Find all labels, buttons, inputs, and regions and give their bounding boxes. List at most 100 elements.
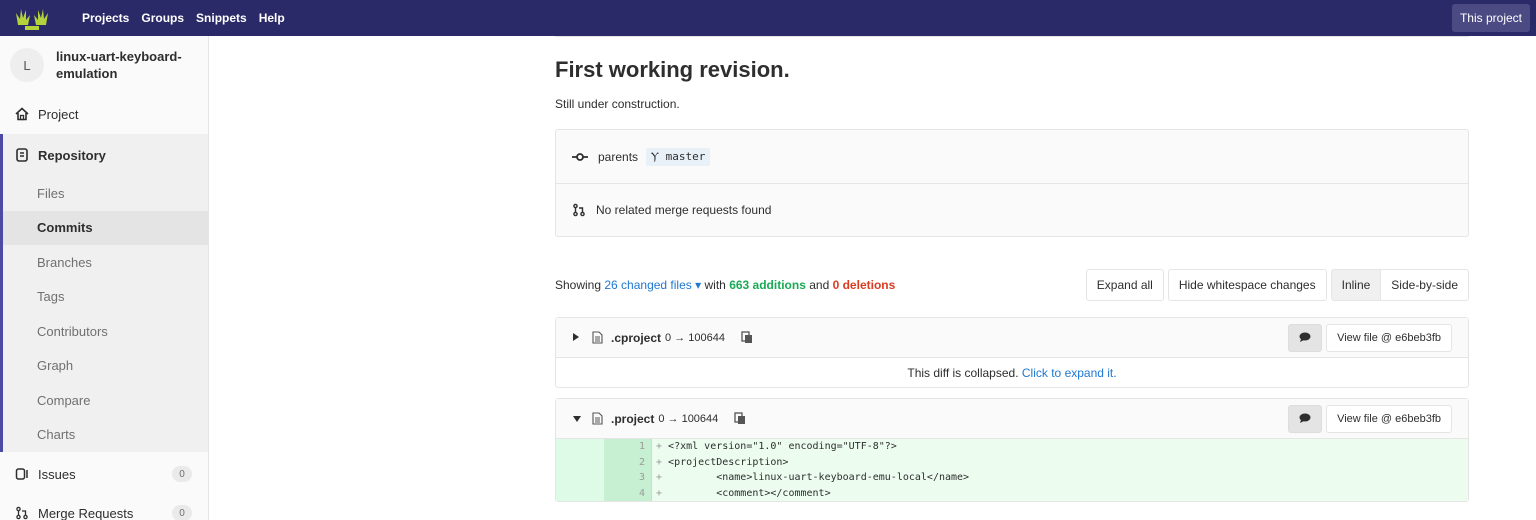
branch-icon: Ⲩ [651,149,666,163]
diff-stats-bar: Showing 26 changed files ▾ with 663 addi… [555,269,1469,301]
comment-button[interactable] [1288,323,1323,352]
sidebar-item-commits[interactable]: Commits [3,210,208,245]
view-file-button[interactable]: View file @ e6beb3fb [1326,404,1452,433]
sidebar-item-issues[interactable]: Issues 0 [0,452,208,496]
comment-button[interactable] [1288,404,1323,433]
code-line: + <?xml version="1.0" encoding="UTF-8"?> [652,439,1468,455]
project-header[interactable]: L linux-uart-keyboard-emulation [0,36,208,94]
book-icon [14,148,30,162]
sidebar: L linux-uart-keyboard-emulation Project … [0,36,209,520]
old-line-number [556,454,604,470]
copy-icon[interactable] [741,331,753,344]
sidebar-item-tags[interactable]: Tags [3,280,208,315]
old-line-number [556,439,604,455]
showing-text: Showing [555,278,602,292]
code-text: <?xml version="1.0" encoding="UTF-8"?> [668,441,897,452]
branch-badge[interactable]: Ⲩ master [646,147,711,166]
sidebar-item-charts[interactable]: Charts [3,418,208,453]
nav-groups[interactable]: Groups [141,11,184,25]
commit-info-box: parents Ⲩ master No related merge reques… [555,129,1469,237]
nav-projects[interactable]: Projects [82,11,129,25]
commit-description: Still under construction. [555,97,680,111]
nav-help[interactable]: Help [259,11,285,25]
with-text: with [704,278,726,292]
avatar: L [10,48,44,82]
deletions-count: 0 deletions [832,278,896,292]
sidebar-item-label: Repository [38,147,106,163]
sidebar-item-compare[interactable]: Compare [3,383,208,418]
collapsed-text: This diff is collapsed. [907,365,1019,380]
code-text: <comment></comment> [668,487,831,499]
diff-line: 3 + <name>linux-uart-keyboard-emu-local<… [556,470,1468,486]
sidebar-item-label: Merge Requests [38,505,134,520]
additions-count: 663 additions [729,278,806,292]
no-merge-requests-text: No related merge requests found [596,203,772,217]
file-header[interactable]: .cproject 0 → 100644 View file @ e6beb3f… [556,318,1468,358]
file-name[interactable]: .project [611,412,654,426]
divider [555,36,1469,37]
side-by-side-button[interactable]: Side-by-side [1380,269,1469,301]
collapsed-message: This diff is collapsed. Click to expand … [556,358,1468,387]
copy-icon[interactable] [734,412,746,425]
diff-line: 2 + <projectDescription> [556,454,1468,470]
changed-files-dropdown[interactable]: 26 changed files ▾ [604,278,701,292]
merge-request-icon [14,506,30,520]
sidebar-item-label: Issues [38,466,76,482]
code-line: + <projectDescription> [652,454,1468,470]
sidebar-item-repository[interactable]: Repository [0,134,208,176]
diff-file: .project 0 → 100644 View file @ e6beb3fb… [555,398,1469,502]
comment-icon [1299,412,1311,426]
file-mode: 0 → 100644 [665,331,725,344]
sidebar-item-files[interactable]: Files [3,176,208,211]
new-line-number[interactable]: 4 [604,485,652,501]
repository-submenu: Files Commits Branches Tags Contributors… [0,176,208,452]
home-icon [14,107,30,121]
caret-down-icon[interactable] [572,412,582,426]
changed-files-count: 26 changed files [604,278,692,292]
new-line-number[interactable]: 2 [604,454,652,470]
new-line-number[interactable]: 1 [604,439,652,455]
file-mode: 0 → 100644 [658,412,719,425]
nav-snippets[interactable]: Snippets [196,11,247,25]
sidebar-item-graph[interactable]: Graph [3,349,208,384]
sidebar-item-project[interactable]: Project [0,94,208,134]
code-line: + <name>linux-uart-keyboard-emu-local</n… [652,470,1468,486]
issues-count: 0 [172,466,192,482]
commit-icon [572,152,588,162]
code-text: <name>linux-uart-keyboard-emu-local</nam… [668,472,970,483]
caret-right-icon[interactable] [572,331,580,345]
parents-label: parents [598,149,639,164]
file-icon [592,412,603,425]
expand-all-button[interactable]: Expand all [1085,269,1164,301]
merge-requests-count: 0 [172,505,192,520]
inline-view-button[interactable]: Inline [1330,269,1382,301]
file-icon [592,331,603,344]
new-line-number[interactable]: 3 [604,470,652,486]
expand-diff-link[interactable]: Click to expand it. [1022,366,1117,380]
code-line: + <comment></comment> [652,485,1468,501]
diff-lines: 1 + <?xml version="1.0" encoding="UTF-8"… [556,439,1468,501]
old-line-number [556,485,604,501]
top-navbar: Projects Groups Snippets Help This proje… [0,0,1536,36]
old-line-number [556,470,604,486]
sidebar-item-merge-requests[interactable]: Merge Requests 0 [0,496,208,520]
sidebar-item-branches[interactable]: Branches [3,245,208,280]
commit-title: First working revision. [555,57,790,82]
file-name[interactable]: .cproject [611,331,661,345]
diff-file: .cproject 0 → 100644 View file @ e6beb3f… [555,317,1469,388]
diff-line: 4 + <comment></comment> [556,485,1468,501]
file-header[interactable]: .project 0 → 100644 View file @ e6beb3fb [556,399,1468,439]
view-file-button[interactable]: View file @ e6beb3fb [1326,323,1452,352]
hide-whitespace-button[interactable]: Hide whitespace changes [1167,269,1327,301]
and-text: and [809,278,830,292]
merge-request-icon [572,203,586,217]
logo[interactable] [12,0,52,36]
merge-requests-row: No related merge requests found [556,183,1468,236]
diff-line: 1 + <?xml version="1.0" encoding="UTF-8"… [556,439,1468,455]
code-text: <projectDescription> [668,456,789,468]
sidebar-item-label: Project [38,106,79,122]
project-name[interactable]: linux-uart-keyboard-emulation [56,48,196,82]
this-project-button[interactable]: This project [1451,4,1530,32]
sidebar-item-contributors[interactable]: Contributors [3,314,208,349]
comment-icon [1299,331,1311,345]
